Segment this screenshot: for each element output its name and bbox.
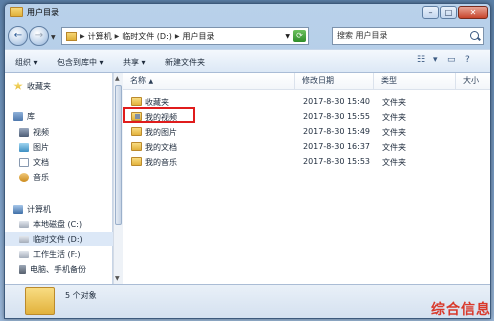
phone-icon (19, 264, 26, 274)
chevron-right-icon[interactable]: ▶ (80, 33, 85, 40)
file-modified: 2017-8-30 15:55 (303, 112, 370, 121)
file-modified: 2017-8-30 15:49 (303, 127, 370, 136)
window-controls: – □ ✕ (422, 6, 488, 20)
file-name: 我的图片 (145, 128, 177, 137)
library-icon (13, 111, 23, 121)
folder-icon (131, 127, 142, 136)
file-name: 我的文档 (145, 143, 177, 152)
sidebar-item-drive-f[interactable]: 工作生活 (F:) (5, 247, 113, 261)
file-type: 文件夹 (382, 143, 406, 152)
search-placeholder: 搜索 用户目录 (337, 31, 388, 40)
disk-icon (19, 250, 29, 258)
disk-icon (19, 235, 29, 243)
scrollbar-thumb[interactable] (115, 85, 122, 225)
document-icon (19, 157, 29, 167)
folder-icon (131, 157, 142, 166)
file-modified: 2017-8-30 15:40 (303, 97, 370, 106)
chevron-down-icon[interactable]: ▾ (433, 55, 438, 65)
sidebar-item-pictures[interactable]: 图片 (5, 140, 113, 154)
breadcrumb-drive-d[interactable]: 临时文件 (D:) (122, 31, 172, 42)
disk-icon (19, 220, 29, 228)
view-options-icon[interactable]: ☷ (417, 55, 425, 65)
folder-icon (66, 31, 77, 41)
chevron-right-icon[interactable]: ▶ (115, 33, 120, 40)
organize-menu[interactable]: 组织 ▾ (15, 57, 38, 68)
refresh-button[interactable]: ⟳ (293, 30, 306, 42)
computer-icon (13, 204, 23, 214)
file-type: 文件夹 (382, 128, 406, 137)
scroll-up-icon[interactable]: ▲ (115, 75, 120, 82)
file-row[interactable]: 我的文档 2017-8-30 16:37 文件夹 (123, 140, 490, 154)
address-bar-row: ← → ▼ ▶ 计算机 ▶ 临时文件 (D:) ▶ 用户目录 ▼ ⟳ 搜索 用户… (5, 25, 490, 47)
breadcrumb-user-dir[interactable]: 用户目录 (183, 31, 215, 42)
annotation-highlight-box (123, 107, 195, 123)
column-header-modified[interactable]: 修改日期 (295, 73, 374, 90)
history-dropdown-icon[interactable]: ▼ (51, 34, 56, 41)
address-bar[interactable]: ▶ 计算机 ▶ 临时文件 (D:) ▶ 用户目录 ▼ ⟳ (61, 27, 309, 45)
item-count: 5 个对象 (65, 291, 97, 300)
file-row[interactable]: 我的图片 2017-8-30 15:49 文件夹 (123, 125, 490, 139)
navigation-pane: 收藏夹 库 视频 图片 文档 音乐 计算机 本地磁盘 (C:) 临时文件 (D:… (5, 73, 113, 284)
watermark-text: 综合信息 (431, 302, 491, 318)
new-folder-button[interactable]: 新建文件夹 (165, 57, 205, 68)
breadcrumb-computer[interactable]: 计算机 (88, 31, 112, 42)
file-modified: 2017-8-30 15:53 (303, 157, 370, 166)
share-menu[interactable]: 共享 ▾ (123, 57, 146, 68)
minimize-button[interactable]: – (422, 6, 439, 19)
back-button[interactable]: ← (8, 26, 28, 46)
picture-icon (19, 142, 29, 152)
sidebar-item-drive-d[interactable]: 临时文件 (D:) (5, 232, 113, 246)
sidebar-item-computer[interactable]: 计算机 (5, 202, 113, 216)
column-header-type[interactable]: 类型 (374, 73, 456, 90)
video-icon (19, 127, 29, 137)
folder-icon (131, 97, 142, 106)
sidebar-item-videos[interactable]: 视频 (5, 125, 113, 139)
maximize-button[interactable]: □ (440, 6, 457, 19)
sidebar-item-libraries[interactable]: 库 (5, 109, 113, 123)
search-icon[interactable] (470, 31, 479, 40)
title-bar: 用户目录 – □ ✕ (5, 4, 490, 22)
sidebar-item-drive-c[interactable]: 本地磁盘 (C:) (5, 217, 113, 231)
folder-icon (131, 142, 142, 151)
sidebar-item-music[interactable]: 音乐 (5, 170, 113, 184)
details-pane: 5 个对象 (5, 284, 490, 318)
music-icon (19, 172, 29, 182)
sidebar-item-documents[interactable]: 文档 (5, 155, 113, 169)
window-title: 用户目录 (27, 8, 59, 17)
close-button[interactable]: ✕ (458, 6, 488, 19)
column-header-name[interactable]: 名称 ▲ (123, 73, 295, 90)
help-icon[interactable]: ? (465, 55, 470, 65)
folder-icon (25, 287, 55, 315)
navigation-scrollbar[interactable]: ▲ ▼ (113, 73, 123, 284)
file-name: 我的音乐 (145, 158, 177, 167)
file-modified: 2017-8-30 16:37 (303, 142, 370, 151)
search-input[interactable]: 搜索 用户目录 (332, 27, 484, 45)
chevron-down-icon[interactable]: ▼ (285, 33, 290, 40)
preview-pane-icon[interactable]: ▭ (447, 55, 456, 65)
scroll-down-icon[interactable]: ▼ (115, 275, 120, 282)
file-type: 文件夹 (382, 98, 406, 107)
include-in-library-menu[interactable]: 包含到库中 ▾ (57, 57, 104, 68)
folder-icon (10, 7, 23, 17)
file-type: 文件夹 (382, 113, 406, 122)
command-bar: 组织 ▾ 包含到库中 ▾ 共享 ▾ 新建文件夹 ☷ ▾ ▭ ? (5, 49, 490, 73)
forward-button[interactable]: → (29, 26, 49, 46)
file-list: 名称 ▲ 修改日期 类型 大小 收藏夹 2017-8-30 15:40 文件夹 … (123, 73, 490, 284)
sidebar-item-favorites[interactable]: 收藏夹 (5, 79, 113, 93)
sidebar-item-backup[interactable]: 电脑、手机备份 (5, 262, 113, 276)
sort-ascending-icon: ▲ (148, 78, 154, 85)
file-type: 文件夹 (382, 158, 406, 167)
file-row[interactable]: 我的音乐 2017-8-30 15:53 文件夹 (123, 155, 490, 169)
star-icon (13, 81, 23, 90)
column-header-size[interactable]: 大小 (456, 73, 490, 90)
chevron-right-icon[interactable]: ▶ (175, 33, 180, 40)
explorer-window: 用户目录 – □ ✕ ← → ▼ ▶ 计算机 ▶ 临时文件 (D:) ▶ 用户目… (4, 3, 491, 319)
